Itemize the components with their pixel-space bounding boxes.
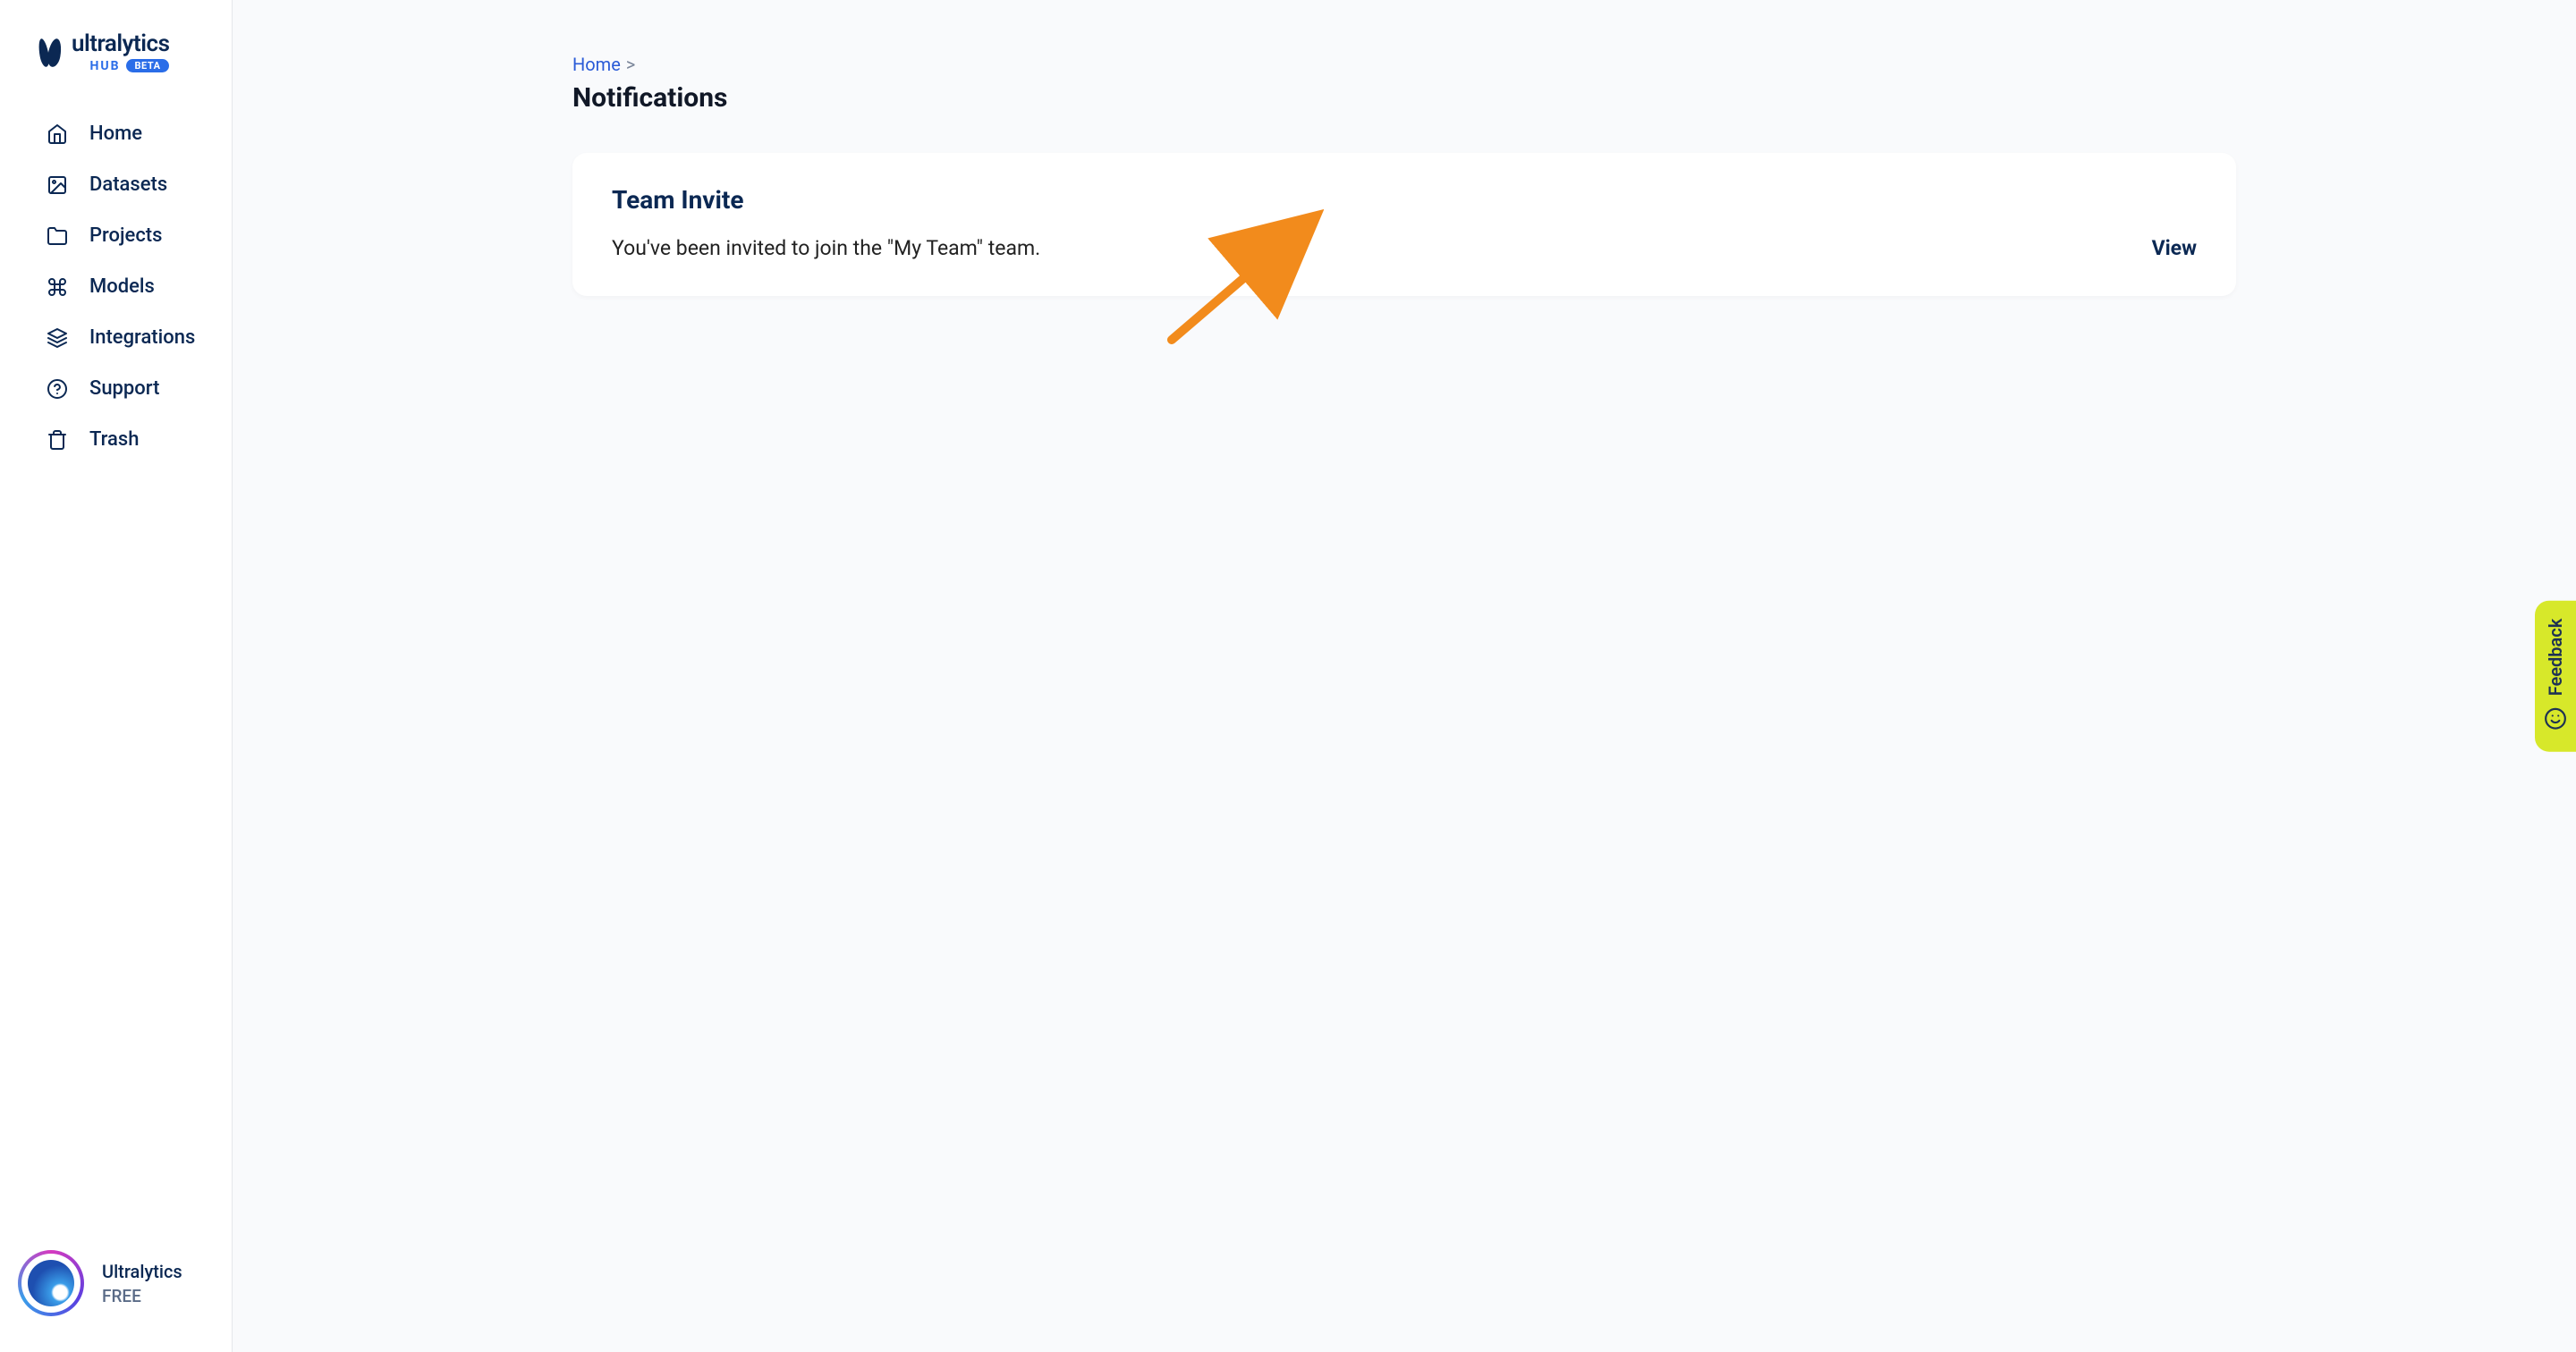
main-content: Home > Notifications Team Invite You've …: [233, 0, 2576, 1352]
feedback-button[interactable]: Feedback: [2535, 601, 2576, 752]
breadcrumb-home-link[interactable]: Home: [572, 54, 621, 75]
breadcrumb: Home >: [572, 54, 2236, 75]
sidebar-item-label: Trash: [89, 428, 139, 451]
sidebar-item-label: Datasets: [89, 173, 167, 196]
image-icon: [47, 174, 68, 196]
sidebar-item-datasets[interactable]: Datasets: [0, 159, 232, 210]
sidebar-item-integrations[interactable]: Integrations: [0, 312, 232, 363]
trash-icon: [47, 429, 68, 451]
breadcrumb-separator: >: [626, 54, 635, 75]
avatar: [18, 1250, 84, 1316]
notification-title: Team Invite: [612, 185, 2197, 215]
layers-icon: [47, 327, 68, 349]
brand-name: ultralytics: [72, 32, 169, 55]
help-icon: [47, 378, 68, 400]
logo[interactable]: ultralytics HUB BETA: [0, 0, 232, 90]
logo-mark-icon: [39, 38, 64, 67]
folder-icon: [47, 225, 68, 247]
brand-badge: BETA: [126, 59, 170, 72]
sidebar-item-label: Projects: [89, 224, 162, 247]
nav-list: Home Datasets Projects Models Integratio…: [0, 90, 232, 465]
sidebar-item-label: Models: [89, 275, 155, 298]
sidebar-item-trash[interactable]: Trash: [0, 414, 232, 465]
notification-message: You've been invited to join the "My Team…: [612, 236, 1040, 260]
sidebar-item-label: Home: [89, 123, 142, 145]
sidebar-item-label: Integrations: [89, 326, 195, 349]
command-icon: [47, 276, 68, 298]
user-name: Ultralytics: [102, 1261, 182, 1282]
page-title: Notifications: [572, 82, 2236, 114]
view-button[interactable]: View: [2152, 236, 2197, 260]
brand-sub: HUB: [89, 60, 120, 72]
user-plan: FREE: [102, 1286, 182, 1306]
smiley-icon: [2544, 706, 2567, 733]
logo-text: ultralytics HUB BETA: [72, 32, 169, 72]
sidebar-item-support[interactable]: Support: [0, 363, 232, 414]
sidebar-item-label: Support: [89, 377, 159, 400]
notification-card: Team Invite You've been invited to join …: [572, 153, 2236, 296]
feedback-label: Feedback: [2545, 619, 2566, 697]
user-profile[interactable]: Ultralytics FREE: [0, 1223, 232, 1352]
sidebar-item-models[interactable]: Models: [0, 261, 232, 312]
sidebar: ultralytics HUB BETA Home Datasets Proje…: [0, 0, 233, 1352]
home-icon: [47, 123, 68, 145]
sidebar-item-projects[interactable]: Projects: [0, 210, 232, 261]
sidebar-item-home[interactable]: Home: [0, 108, 232, 159]
